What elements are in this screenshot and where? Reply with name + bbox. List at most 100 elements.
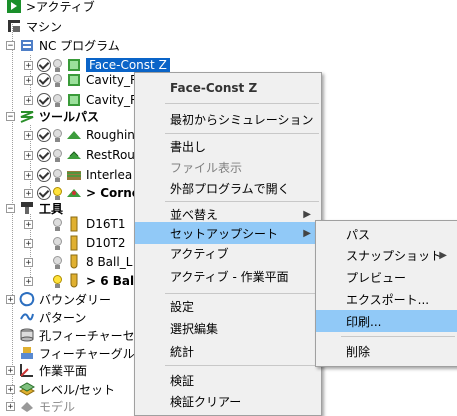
menu-item-select-edit[interactable]: 選択編集 xyxy=(135,317,321,339)
expand-icon[interactable]: + xyxy=(24,130,33,140)
tree-label-pattern: パターン xyxy=(39,310,87,325)
tree-item-nc-program[interactable]: − NC プログラム xyxy=(6,35,120,55)
model-icon xyxy=(21,402,33,412)
end-mill-icon xyxy=(70,235,78,251)
collapse-icon[interactable]: − xyxy=(6,203,15,213)
tree-label-toolpath-item: Interlea xyxy=(86,168,133,182)
check-icon[interactable] xyxy=(37,93,51,107)
expand-icon[interactable]: + xyxy=(24,276,33,286)
tree-item-nc-1[interactable]: + Cavity_R xyxy=(24,70,138,90)
tree-item-toolpath-1[interactable]: + RestRou xyxy=(24,145,135,165)
bulb-icon[interactable] xyxy=(53,93,62,107)
bulb-icon[interactable] xyxy=(53,168,62,182)
check-icon[interactable] xyxy=(37,168,51,182)
menu-title-label: Face-Const Z xyxy=(170,81,258,95)
bulb-icon[interactable] xyxy=(53,148,62,162)
menu-item-label: アクティブ - 作業平面 xyxy=(170,269,289,284)
tree-item-machine[interactable]: マシン xyxy=(6,16,62,36)
collapse-icon[interactable]: − xyxy=(6,111,15,121)
tree-item-tool-3[interactable]: + > 6 Ball xyxy=(24,271,138,291)
expand-icon[interactable]: + xyxy=(24,170,33,180)
tree-item-pattern[interactable]: パターン xyxy=(6,307,86,327)
menu-item-setup-sheet[interactable]: セットアップシート ▶ xyxy=(135,222,321,244)
submenu-item-delete[interactable]: 削除 xyxy=(316,340,457,362)
submenu-item-label: エクスポート... xyxy=(346,292,430,307)
check-icon[interactable] xyxy=(37,148,51,162)
expand-icon[interactable]: + xyxy=(24,150,33,160)
menu-item-label: アクティブ xyxy=(170,246,229,261)
expand-icon[interactable]: + xyxy=(6,384,15,394)
feature-group-icon xyxy=(21,347,33,359)
bulb-icon[interactable] xyxy=(53,128,62,142)
submenu-item-export[interactable]: エクスポート... xyxy=(316,288,457,310)
expand-icon[interactable]: + xyxy=(24,257,33,267)
menu-item-activate[interactable]: アクティブ xyxy=(135,242,321,264)
nc-file-icon xyxy=(68,74,80,86)
rest-roughing-icon xyxy=(67,151,81,159)
submenu-item-label: スナップショット xyxy=(346,248,443,263)
menu-item-statistics[interactable]: 統計 xyxy=(135,340,321,362)
menu-separator xyxy=(165,133,319,134)
tree-label-nc-item: Cavity_R xyxy=(86,93,139,107)
level-set-icon xyxy=(19,382,35,396)
menu-item-show-file: ファイル表示 xyxy=(135,156,321,178)
bulb-icon[interactable] xyxy=(53,217,62,231)
menu-item-label: 並べ替え xyxy=(170,207,219,222)
submenu-item-preview[interactable]: プレビュー xyxy=(316,266,457,288)
menu-item-label: 検証 xyxy=(170,373,195,388)
submenu-item-path[interactable]: パス xyxy=(316,223,457,245)
nc-program-icon xyxy=(21,40,33,51)
tree-item-tool-0[interactable]: + D16T1 xyxy=(24,214,125,234)
menu-item-settings[interactable]: 設定 xyxy=(135,295,321,317)
menu-item-verify-clear[interactable]: 検証クリアー xyxy=(135,390,321,412)
menu-separator xyxy=(165,365,319,366)
expand-icon[interactable]: + xyxy=(6,401,15,411)
expand-icon[interactable]: + xyxy=(6,365,15,375)
submenu-arrow-icon: ▶ xyxy=(303,208,311,220)
tree-item-active[interactable]: >アクティブ xyxy=(6,0,95,16)
tree-item-toolpath-2[interactable]: + Interlea xyxy=(24,165,132,185)
workplane-icon xyxy=(20,364,33,377)
end-mill-icon xyxy=(70,216,78,232)
tree-label-toolpath-item: > Corne xyxy=(86,186,140,200)
bulb-on-icon[interactable] xyxy=(53,274,62,288)
tree-label-nc-item: Cavity_R xyxy=(86,73,139,87)
bulb-icon[interactable] xyxy=(53,255,62,269)
bulb-icon[interactable] xyxy=(53,236,62,250)
interleaved-icon xyxy=(67,171,81,180)
submenu-item-print[interactable]: 印刷... xyxy=(316,310,457,332)
tree-item-toolpath-0[interactable]: + Roughin xyxy=(24,125,135,145)
tree-item-boundary[interactable]: + バウンダリー xyxy=(6,289,111,309)
tree-label-toolpath-item: RestRou xyxy=(86,148,135,162)
menu-item-write[interactable]: 書出し xyxy=(135,135,321,157)
submenu-item-snapshot[interactable]: スナップショット ▶ xyxy=(316,244,457,266)
check-icon[interactable] xyxy=(37,73,51,87)
tree-item-model[interactable]: + モデル xyxy=(6,396,75,416)
expand-icon[interactable]: + xyxy=(24,238,33,248)
tree-item-workplane[interactable]: + 作業平面 xyxy=(6,360,87,380)
expand-icon[interactable]: + xyxy=(24,75,33,85)
tree-item-tool-2[interactable]: + 8 Ball_L xyxy=(24,252,132,272)
submenu-item-label: 削除 xyxy=(346,344,371,359)
expand-icon[interactable]: + xyxy=(6,294,15,304)
tree-label-tool-item: 8 Ball_L xyxy=(86,255,133,269)
menu-item-label: 統計 xyxy=(170,344,195,359)
menu-item-verify[interactable]: 検証 xyxy=(135,369,321,391)
expand-icon[interactable]: + xyxy=(24,188,33,198)
roughing-icon xyxy=(67,131,81,139)
tree-item-toolpath[interactable]: − ツールパス xyxy=(6,106,99,126)
expand-icon[interactable]: + xyxy=(24,219,33,229)
tree-label-boundary: バウンダリー xyxy=(39,292,112,307)
menu-item-open-external[interactable]: 外部プログラムで開く xyxy=(135,177,321,199)
menu-item-simulate[interactable]: 最初からシミュレーション xyxy=(135,108,321,130)
menu-item-activate-workplane[interactable]: アクティブ - 作業平面 xyxy=(135,265,321,287)
tree-label-toolpath: ツールパス xyxy=(39,109,100,124)
menu-item-label: 書出し xyxy=(170,139,207,154)
check-icon[interactable] xyxy=(37,128,51,142)
submenu-item-label: パス xyxy=(346,227,371,242)
expand-icon[interactable]: + xyxy=(24,60,33,70)
expand-icon[interactable]: + xyxy=(24,95,33,105)
collapse-icon[interactable]: − xyxy=(6,40,15,50)
tree-item-tool-1[interactable]: + D10T2 xyxy=(24,233,125,253)
bulb-icon[interactable] xyxy=(53,73,62,87)
